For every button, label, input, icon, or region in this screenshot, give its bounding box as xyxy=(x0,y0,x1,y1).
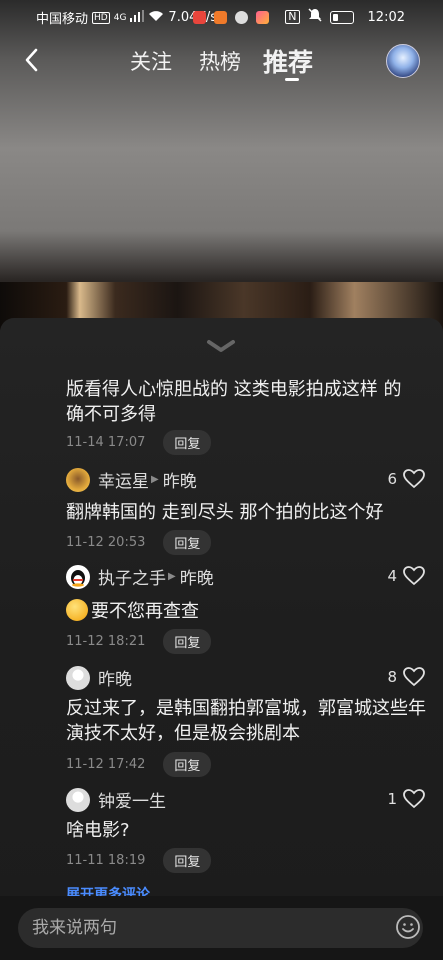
comment-text: 啥电影? xyxy=(66,820,130,841)
heart-icon xyxy=(403,469,425,489)
avatar[interactable] xyxy=(66,467,90,492)
reply-button[interactable]: 回复 xyxy=(163,530,212,555)
heart-icon xyxy=(403,789,425,809)
username[interactable]: 幸运星 xyxy=(98,467,149,492)
like-button[interactable]: 8 xyxy=(387,667,425,687)
comment-meta: 11-14 17:07 回复 xyxy=(66,430,212,455)
tab-recommend[interactable]: 推荐 xyxy=(263,43,313,79)
like-count: 1 xyxy=(387,790,397,808)
comment-time: 11-12 20:53 xyxy=(66,535,146,550)
expand-more-comments-link[interactable]: 展开更多评论 xyxy=(66,884,150,896)
status-left: 中国移动 HD 4G 7.04K/s xyxy=(36,8,217,27)
reply-button[interactable]: 回复 xyxy=(163,629,212,654)
browser-app-icon xyxy=(235,10,249,24)
chevron-left-icon xyxy=(25,48,38,72)
smirk-emoji-icon xyxy=(66,599,88,621)
battery-icon xyxy=(329,10,354,24)
smiley-icon xyxy=(396,915,420,939)
comment-text-row: 要不您再查查 xyxy=(66,599,416,624)
comment-time: 11-11 18:19 xyxy=(66,853,146,868)
signal-icon xyxy=(130,9,145,26)
username[interactable]: 昨晚 xyxy=(98,665,132,690)
comment-sheet: 版看得人心惊胆战的 这类电影拍成这样 的确不可多得 11-14 17:07 回复… xyxy=(0,318,443,960)
comment-meta: 11-11 18:19 回复 xyxy=(66,848,212,873)
username[interactable]: 执子之手 xyxy=(98,564,166,589)
penguin-icon xyxy=(71,569,85,587)
video-app-icon xyxy=(214,10,228,24)
like-button[interactable]: 4 xyxy=(387,566,425,586)
comment-user-row: 钟爱一生 xyxy=(66,787,166,812)
comment-text: 反过来了，是韩国翻拍郭富城，郭富城这些年演技不太好，但是极会挑剧本 xyxy=(66,698,426,744)
avatar[interactable] xyxy=(66,787,90,812)
like-count: 8 xyxy=(387,668,397,686)
collapse-button[interactable] xyxy=(206,338,236,352)
hd-badge: HD xyxy=(92,11,110,24)
status-bar: 中国移动 HD 4G 7.04K/s N 12:02 xyxy=(0,0,443,32)
reply-arrow-icon: ▶ xyxy=(168,571,176,582)
comment-time: 11-12 18:21 xyxy=(66,634,146,649)
like-button[interactable]: 1 xyxy=(387,789,425,809)
network-type: 4G xyxy=(113,12,127,23)
reply-arrow-icon: ▶ xyxy=(151,474,159,485)
clock: 12:02 xyxy=(367,9,405,25)
comment-meta: 11-12 18:21 回复 xyxy=(66,629,212,654)
store-app-icon xyxy=(256,10,270,24)
comment-text: 翻牌韩国的 走到尽头 那个拍的比这个好 xyxy=(66,502,384,523)
reply-button[interactable]: 回复 xyxy=(163,430,212,455)
status-right: N 12:02 xyxy=(193,8,405,26)
comment-user-row: 昨晚 xyxy=(66,665,132,690)
emoji-button[interactable] xyxy=(395,914,420,939)
comment-text: 要不您再查查 xyxy=(91,601,199,622)
avatar[interactable] xyxy=(66,564,90,589)
reply-button[interactable]: 回复 xyxy=(163,752,212,777)
reply-button[interactable]: 回复 xyxy=(163,848,212,873)
tab-hot[interactable]: 热榜 xyxy=(199,46,241,76)
tab-follow[interactable]: 关注 xyxy=(130,46,172,76)
comment-meta: 11-12 20:53 回复 xyxy=(66,530,212,555)
carrier-label: 中国移动 xyxy=(36,12,89,27)
active-tab-indicator xyxy=(285,78,299,81)
comment-input-bar: 我来说两句 xyxy=(0,896,443,960)
like-button[interactable]: 6 xyxy=(387,469,425,489)
mute-icon xyxy=(308,8,322,26)
heart-icon xyxy=(403,667,425,687)
back-button[interactable] xyxy=(20,46,44,74)
profile-avatar[interactable] xyxy=(386,44,420,78)
nfc-icon: N xyxy=(285,10,300,24)
top-navigation: 关注 热榜 推荐 xyxy=(0,36,443,86)
wifi-icon xyxy=(148,10,164,26)
like-count: 6 xyxy=(387,470,397,488)
comment-user-row: 执子之手 ▶ 昨晚 xyxy=(66,564,214,589)
username[interactable]: 钟爱一生 xyxy=(98,787,166,812)
heart-icon xyxy=(403,566,425,586)
reply-to-user[interactable]: 昨晚 xyxy=(180,564,214,589)
app-notification-icon xyxy=(193,10,207,24)
comment-text: 版看得人心惊胆战的 这类电影拍成这样 的确不可多得 xyxy=(66,379,402,425)
avatar[interactable] xyxy=(66,665,90,690)
comment-time: 11-12 17:42 xyxy=(66,757,146,772)
comment-user-row: 幸运星 ▶ 昨晚 xyxy=(66,467,197,492)
like-count: 4 xyxy=(387,567,397,585)
comment-meta: 11-12 17:42 回复 xyxy=(66,752,212,777)
comment-time: 11-14 17:07 xyxy=(66,435,146,450)
comment-input[interactable]: 我来说两句 xyxy=(18,908,423,948)
reply-to-user[interactable]: 昨晚 xyxy=(163,467,197,492)
chevron-down-icon xyxy=(207,340,235,352)
